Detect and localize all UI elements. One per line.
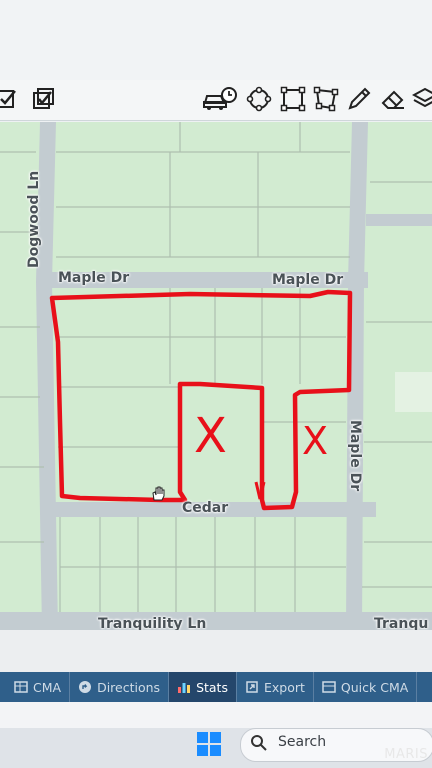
page-header-area [0,0,432,80]
table-icon [14,680,28,694]
street-label-maple-left: Maple Dr [58,270,130,286]
tab-stats[interactable]: Stats [169,672,237,702]
street-label-maple-vertical: Maple Dr [347,420,363,492]
search-icon [250,734,268,752]
taskbar-search-placeholder: Search [278,734,327,750]
check-multiple-icon[interactable] [30,86,56,112]
map-footer-area [0,630,432,672]
rectangle-draw-icon[interactable] [280,86,306,112]
street-label-maple-right: Maple Dr [272,272,344,288]
street-label-dogwood: Dogwood Ln [26,170,42,268]
polygon-draw-icon[interactable] [313,86,339,112]
tab-export[interactable]: Export [237,672,314,702]
watermark-text: MARIS [384,747,428,762]
eraser-icon[interactable] [380,86,406,112]
x-marker: X [194,408,227,464]
street-label-tranquility-right: Tranqu [374,616,429,630]
map-toolbar [0,80,432,121]
quick-cma-icon [322,680,336,694]
pencil-icon[interactable] [346,86,372,112]
directions-icon [78,680,92,694]
street-label-tranquility: Tranquility Ln [98,616,207,630]
tab-label: Export [263,679,305,695]
map-graphics [0,122,432,630]
page-bottom-area [0,702,432,728]
monitor-screen: X X Dogwood Ln Maple Dr Maple Dr Maple D… [0,0,432,728]
x-marker: X [302,419,329,463]
circle-draw-icon[interactable] [246,86,272,112]
tab-directions[interactable]: Directions [70,672,170,702]
tab-label: Directions [97,679,161,695]
check-square-icon[interactable] [0,86,20,112]
export-icon [245,680,259,694]
bottom-tab-bar: CMA Directions Stats Export Quick CMA [0,672,432,702]
stats-icon [177,680,191,694]
tab-quick-cma[interactable]: Quick CMA [314,672,418,702]
tab-cma[interactable]: CMA [0,672,71,702]
map-canvas[interactable]: X X Dogwood Ln Maple Dr Maple Dr Maple D… [0,122,432,630]
tab-label: Quick CMA [340,679,409,695]
tab-label: CMA [33,679,62,695]
layers-icon[interactable] [412,86,432,112]
tab-label: Stats [196,679,228,695]
windows-start-icon[interactable] [196,731,222,757]
street-label-cedar: Cedar [182,500,229,516]
hand-cursor-icon [150,484,168,502]
drive-time-icon[interactable] [202,86,238,112]
